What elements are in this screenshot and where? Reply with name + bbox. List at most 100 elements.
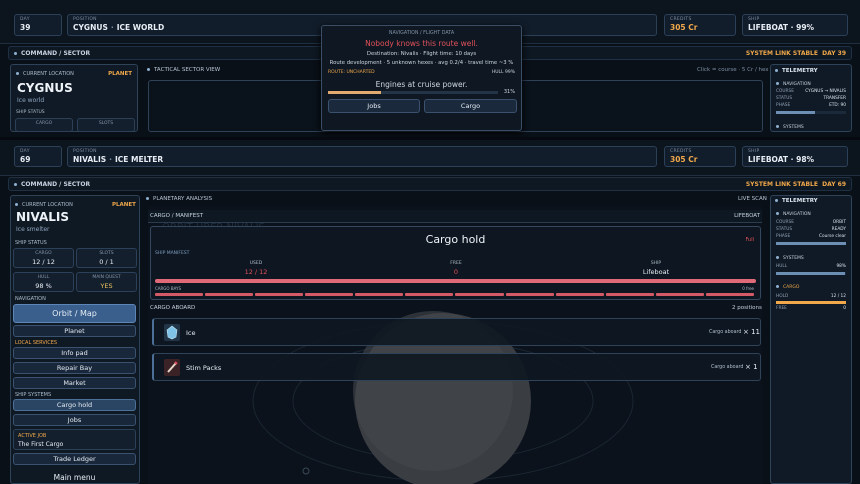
bottom-position-box: POSITION NIVALIS · ICE MELTER (67, 146, 657, 167)
telemetry-hold-bar (776, 301, 846, 304)
telemetry-phase-bar (776, 111, 846, 114)
cargo-item-name: Ice (186, 329, 196, 337)
active-job-label: ACTIVE JOB (18, 433, 47, 439)
market-button[interactable]: Market (13, 377, 136, 389)
cargo-hold-button[interactable]: Cargo hold (13, 399, 136, 411)
telemetry-cargo-head: CARGO (776, 285, 799, 290)
manifest-ship: LIFEBOAT (734, 213, 760, 219)
day-label: DAY (20, 149, 30, 154)
credits-label: CREDITS (670, 17, 692, 22)
free-label: FREE (450, 261, 462, 266)
top-ship-box: SHIP LIFEBOAT · 99% (742, 14, 848, 36)
location-type: PLANET (112, 202, 136, 208)
ship-label: SHIP (748, 149, 760, 154)
position-label: POSITION (73, 149, 97, 154)
cargo-bay-slot (455, 293, 504, 296)
cargo-button[interactable]: Cargo (424, 99, 517, 113)
local-services-label: LOCAL SERVICES (15, 340, 58, 346)
credits-value: 305 Cr (670, 155, 698, 164)
telemetry-hull-bar (776, 272, 846, 275)
free-value: 0 (453, 268, 459, 276)
cargo-bay-slot (255, 293, 304, 296)
bottom-credits-box: CREDITS 305 Cr (664, 146, 736, 167)
ship-value: LIFEBOAT · 98% (748, 155, 815, 164)
cargo-bay-slot (205, 293, 254, 296)
cargo-bay-slot (155, 293, 204, 296)
cargo-bay-slot (605, 293, 654, 296)
ship-status-label: SHIP STATUS (15, 240, 47, 246)
telemetry-nav-head: NAVIGATION (776, 82, 811, 87)
trade-ledger-button[interactable]: Trade Ledger (13, 453, 136, 465)
bottom-section-bar: COMMAND / SECTOR SYSTEM LINK STABLE DAY … (8, 177, 852, 191)
cargo-bay-slot (705, 293, 754, 296)
navigation-label: NAVIGATION (15, 296, 46, 302)
route-line: Route development · 5 unknown hexes · av… (329, 60, 514, 66)
cargo-title: Cargo hold (425, 233, 486, 246)
repair-bay-button[interactable]: Repair Bay (13, 362, 136, 374)
cargo-bay-slot (305, 293, 354, 296)
telemetry-systems-head: SYSTEMS (776, 125, 804, 130)
cargo-item-ice[interactable]: Ice Cargo aboard × 11 (152, 318, 761, 346)
cargo-fill-bar (155, 279, 756, 283)
active-job-box[interactable]: ACTIVE JOB The First Cargo (13, 429, 136, 450)
day-value: 39 (20, 23, 31, 32)
flight-progress (328, 91, 498, 94)
telemetry-hull: HULL 98% (776, 264, 846, 269)
location-name: NIVALIS (16, 210, 70, 224)
slots-stat: SLOTS 0 / 1 (76, 248, 137, 268)
location-desc: Ice world (17, 97, 45, 104)
cargo-bay-slot (555, 293, 604, 296)
telemetry-status: STATUS TRANSFER (776, 96, 846, 101)
cargo-bays (155, 293, 756, 296)
telemetry-course: COURSE ORBIT (776, 220, 846, 225)
location-name: CYGNUS (17, 81, 73, 95)
flight-progress-text: 31% (503, 89, 515, 95)
jobs-button[interactable]: Jobs (328, 99, 420, 113)
cargo-item-qty: × 1 (745, 363, 758, 371)
top-location-panel: CURRENT LOCATION PLANET CYGNUS Ice world… (10, 64, 138, 132)
place-name: ICE WORLD (116, 23, 165, 32)
current-location-label: CURRENT LOCATION (16, 71, 74, 77)
cargo-bays-label: CARGO BAYS (155, 286, 181, 291)
planet-button[interactable]: Planet (13, 325, 136, 337)
telemetry-hold: HOLD 12 / 12 (776, 294, 846, 299)
cargo-item-tag: Cargo aboard (711, 365, 744, 370)
flight-header: NAVIGATION / FLIGHT DATA (388, 31, 455, 36)
cargo-item-stim-packs[interactable]: Stim Packs Cargo aboard × 1 (152, 353, 761, 381)
active-job-name: The First Cargo (18, 441, 64, 448)
manifest-title: CARGO / MANIFEST (150, 213, 204, 219)
positions-count: 2 positions (732, 305, 762, 311)
route-status: ROUTE: UNCHARTED (328, 70, 375, 75)
day-value: 69 (20, 155, 31, 164)
main-quest-stat: MAIN QUEST YES (76, 272, 137, 292)
cargo-bay-slot (655, 293, 704, 296)
ship-label: SHIP (748, 17, 760, 22)
stim-pack-icon (164, 359, 180, 376)
telemetry-title: TELEMETRY (775, 198, 818, 204)
telemetry-course: COURSE CYGNUS → NIVALIS (776, 89, 846, 94)
jobs-button[interactable]: Jobs (13, 414, 136, 426)
ship-systems-label: SHIP SYSTEMS (15, 392, 52, 398)
day-label: DAY (20, 17, 30, 22)
info-pad-button[interactable]: Info pad (13, 347, 136, 359)
live-scan-label: LIVE SCAN (738, 196, 767, 202)
main-menu-button[interactable]: Main menu (13, 473, 136, 482)
credits-value: 305 Cr (670, 23, 698, 32)
top-slots-stat: SLOTS (77, 118, 135, 132)
credits-label: CREDITS (670, 149, 692, 154)
top-day-box: DAY 39 (14, 14, 62, 36)
cargo-hold-panel: Cargo hold Full SHIP MANIFEST USED 12 / … (150, 226, 761, 300)
orbit-map-button[interactable]: Orbit / Map (13, 304, 136, 323)
destination-line: Destination: Nivalis · Flight time: 10 d… (366, 51, 477, 57)
current-location-label: CURRENT LOCATION (15, 202, 73, 208)
ship-label: SHIP (650, 261, 662, 266)
cargo-stat: CARGO 12 / 12 (13, 248, 74, 268)
telemetry-nav-head: NAVIGATION (776, 212, 811, 217)
cargo-bays-free: 0 free (742, 286, 754, 291)
top-credits-box: CREDITS 305 Cr (664, 14, 736, 36)
full-badge: Full (745, 237, 754, 243)
route-warning: Nobody knows this route well. (365, 39, 478, 48)
telemetry-systems-head: SYSTEMS (776, 256, 804, 261)
location-type: PLANET (108, 71, 132, 77)
telemetry-phase: PHASE ETD: 90 (776, 103, 846, 108)
